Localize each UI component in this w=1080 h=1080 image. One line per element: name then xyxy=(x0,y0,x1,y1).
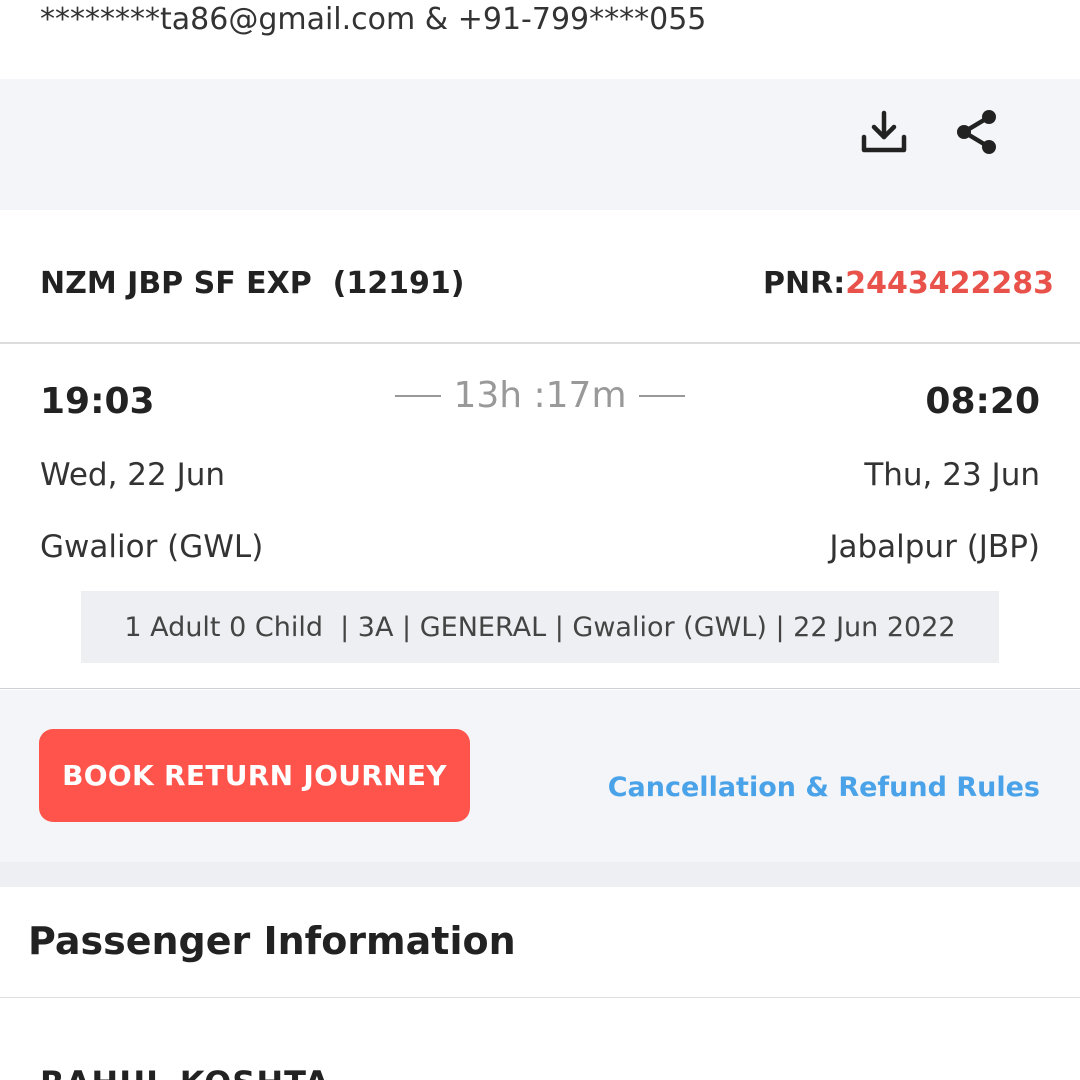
pnr-number: 2443422283 xyxy=(845,266,1054,301)
cta-bar: BOOK RETURN JOURNEY Cancellation & Refun… xyxy=(0,690,1080,862)
pnr: PNR:2443422283 xyxy=(763,266,1054,301)
journey-duration: 13h :17m xyxy=(0,375,1080,416)
train-name-text: NZM JBP SF EXP xyxy=(40,266,312,301)
departure-station: Gwalior (GWL) xyxy=(40,529,264,565)
train-number: (12191) xyxy=(332,266,465,301)
train-header: NZM JBP SF EXP (12191) PNR:2443422283 xyxy=(0,210,1080,344)
passenger-info-title: Passenger Information xyxy=(28,919,516,963)
share-button[interactable] xyxy=(948,104,1004,160)
duration-dash-right xyxy=(638,394,685,397)
arrival-date: Thu, 23 Jun xyxy=(864,457,1040,493)
share-icon xyxy=(957,110,996,154)
download-icon xyxy=(861,110,907,153)
train-name: NZM JBP SF EXP (12191) xyxy=(40,266,464,301)
ticket-actions-bar xyxy=(0,79,1080,210)
section-divider xyxy=(0,862,1080,887)
departure-date: Wed, 22 Jun xyxy=(40,457,226,493)
pnr-label: PNR: xyxy=(763,266,846,301)
passenger-name: RAHUL KOSHTA xyxy=(40,1064,330,1080)
arrival-station: Jabalpur (JBP) xyxy=(829,529,1040,565)
passenger-info-header: Passenger Information xyxy=(0,887,1080,998)
book-return-journey-button[interactable]: BOOK RETURN JOURNEY xyxy=(39,729,470,822)
duration-text: 13h :17m xyxy=(453,375,627,416)
download-button[interactable] xyxy=(856,104,912,160)
duration-dash-left xyxy=(395,394,442,397)
booking-summary: 1 Adult 0 Child | 3A | GENERAL | Gwalior… xyxy=(81,591,999,663)
journey-details: 19:03 13h :17m 08:20 Wed, 22 Jun Thu, 23… xyxy=(0,345,1080,689)
arrival-time: 08:20 xyxy=(925,381,1040,422)
cancellation-refund-rules-link[interactable]: Cancellation & Refund Rules xyxy=(608,772,1040,803)
contact-info: ********ta86@gmail.com & +91-799****055 xyxy=(40,2,707,37)
